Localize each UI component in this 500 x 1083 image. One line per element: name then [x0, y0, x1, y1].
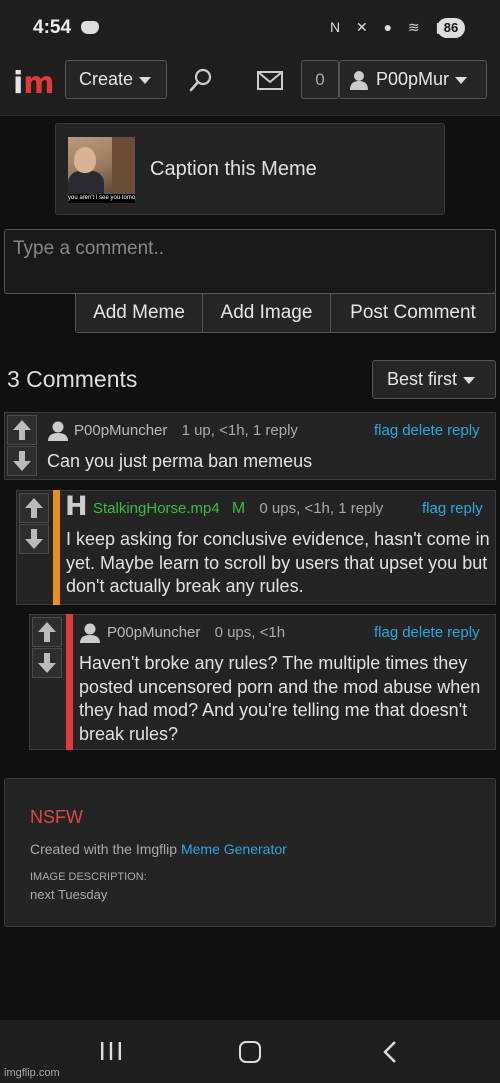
user-menu-button[interactable]: P00pMur — [339, 60, 487, 99]
comment-links: flag reply — [418, 500, 483, 517]
comment-stats: 0 ups, <1h — [214, 624, 286, 641]
comment-text: I keep asking for conclusive evidence, h… — [66, 529, 490, 596]
chevron-down-icon — [463, 376, 476, 384]
upvote-button[interactable] — [32, 617, 62, 647]
comment-username[interactable]: P00pMuncher — [107, 624, 200, 641]
downvote-button[interactable] — [19, 524, 49, 554]
thumb-door — [112, 137, 135, 197]
user-avatar-icon[interactable] — [48, 421, 68, 441]
arrow-up-icon — [13, 420, 31, 440]
chevron-down-icon — [139, 76, 152, 84]
search-icon[interactable] — [189, 68, 213, 92]
create-button[interactable]: Create — [65, 60, 167, 99]
reply-accent-bar — [66, 614, 73, 750]
comment-meta: StalkingHorse.mp4 M 0 ups, <1h, 1 reply — [93, 500, 383, 518]
sort-label: Best first — [387, 369, 458, 389]
top-nav: im Create 0 P00pMur — [0, 58, 500, 116]
delete-link[interactable]: delete — [402, 624, 443, 641]
downvote-button[interactable] — [32, 648, 62, 678]
caption-meme-title[interactable]: Caption this Meme — [150, 158, 317, 181]
home-icon[interactable] — [239, 1041, 261, 1063]
user-avatar-letter[interactable]: H — [65, 491, 88, 522]
arrow-up-icon — [25, 498, 43, 518]
notification-count[interactable]: 0 — [301, 60, 339, 99]
comment: P00pMuncher 1 up, <1h, 1 reply flag delet… — [4, 412, 496, 480]
image-description-value: next Tuesday — [30, 887, 108, 902]
flag-link[interactable]: flag — [374, 422, 398, 439]
comment: P00pMuncher 0 ups, <1h flag delete reply H… — [29, 614, 496, 750]
comment-text: Haven't broke any rules? The multiple ti… — [79, 653, 481, 744]
status-time: 4:54 — [33, 17, 72, 38]
add-image-button[interactable]: Add Image — [203, 293, 331, 333]
comment-meta: P00pMuncher 0 ups, <1h — [107, 624, 285, 641]
comments-count: 3 Comments — [7, 366, 138, 392]
sort-dropdown[interactable]: Best first — [372, 360, 496, 399]
mod-badge: M — [231, 500, 246, 517]
create-label: Create — [79, 69, 134, 89]
user-avatar-icon — [350, 71, 368, 90]
downvote-button[interactable] — [7, 446, 37, 476]
comment-stats: 1 up, <1h, 1 reply — [181, 422, 298, 439]
add-meme-button[interactable]: Add Meme — [75, 293, 203, 333]
arrow-up-icon — [38, 622, 56, 642]
reply-link[interactable]: reply — [450, 500, 483, 517]
comment-links: flag delete reply — [370, 624, 480, 641]
arrow-down-icon — [38, 653, 56, 673]
comment-stats: 0 ups, <1h, 1 reply — [259, 500, 384, 517]
reply-link[interactable]: reply — [447, 422, 480, 439]
upvote-button[interactable] — [19, 493, 49, 523]
imgflip-watermark: imgflip.com — [4, 1067, 60, 1079]
comment-text: Can you just perma ban memeus — [47, 451, 313, 471]
nsfw-label: NSFW — [30, 807, 83, 827]
upvote-button[interactable] — [7, 415, 37, 445]
image-description-label: IMAGE DESCRIPTION: — [30, 871, 147, 883]
comment-username[interactable]: StalkingHorse.mp4 — [93, 500, 220, 517]
meme-thumbnail[interactable]: you aren't I see you tomor — [68, 137, 135, 203]
status-icons: N ✕ ● ≋ ▮ — [330, 19, 450, 35]
status-bar: 4:54 N ✕ ● ≋ ▮ 86 — [0, 0, 500, 58]
comment-meta: P00pMuncher 1 up, <1h, 1 reply — [74, 422, 298, 439]
thumb-face — [74, 147, 96, 173]
comment: H StalkingHorse.mp4 M 0 ups, <1h, 1 repl… — [16, 490, 496, 605]
username-label: P00pMur — [376, 69, 450, 89]
mail-icon[interactable] — [257, 71, 283, 90]
logo-m: m — [23, 66, 55, 101]
battery-indicator: 86 — [437, 18, 465, 38]
user-avatar-icon[interactable] — [80, 623, 100, 643]
reply-link[interactable]: reply — [447, 624, 480, 641]
logo-i: i — [13, 66, 24, 101]
created-with-text: Created with the Imgflip Meme Generator — [30, 841, 287, 857]
arrow-down-icon — [13, 451, 31, 471]
imgflip-logo[interactable]: im — [13, 66, 55, 101]
chevron-down-icon — [455, 76, 468, 84]
discord-icon — [81, 21, 99, 34]
comment-actions: Add Meme Add Image Post Comment — [75, 293, 496, 333]
comment-input[interactable] — [4, 229, 496, 294]
caption-meme-card[interactable]: you aren't I see you tomor Caption this … — [55, 123, 445, 215]
image-info-box: NSFW Created with the Imgflip Meme Gener… — [4, 778, 496, 927]
delete-link[interactable]: delete — [402, 422, 443, 439]
comment-links: flag delete reply — [370, 422, 480, 439]
thumb-caption: you aren't I see you tomor — [68, 194, 135, 203]
back-icon[interactable] — [382, 1040, 398, 1064]
meme-generator-link[interactable]: Meme Generator — [181, 841, 287, 857]
reply-accent-bar — [53, 490, 60, 605]
created-prefix: Created with the Imgflip — [30, 841, 178, 857]
comment-username[interactable]: P00pMuncher — [74, 422, 167, 439]
flag-link[interactable]: flag — [374, 624, 398, 641]
system-nav-bar — [0, 1020, 500, 1083]
flag-link[interactable]: flag — [422, 500, 446, 517]
post-comment-button[interactable]: Post Comment — [331, 293, 496, 333]
recent-apps-icon[interactable] — [100, 1042, 122, 1060]
arrow-down-icon — [25, 529, 43, 549]
